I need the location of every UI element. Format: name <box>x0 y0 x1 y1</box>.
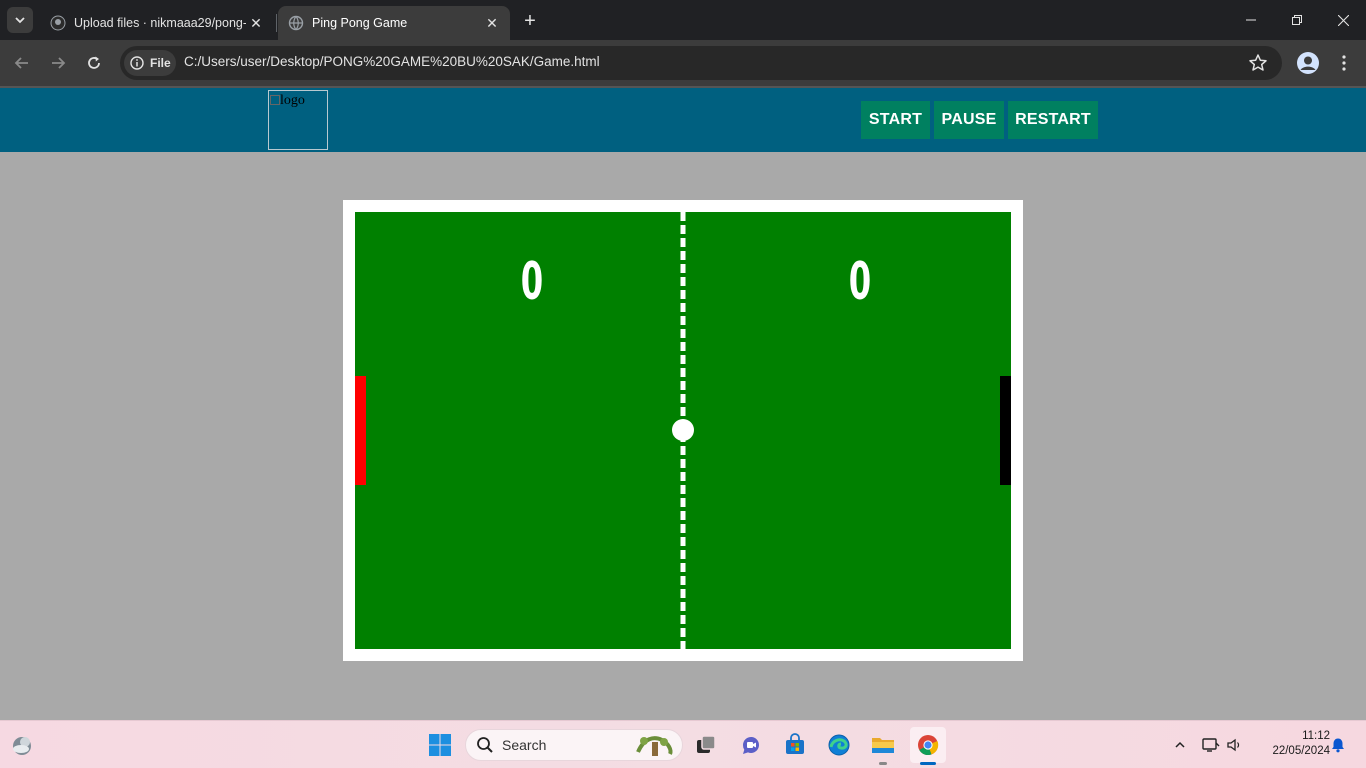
search-highlight-icon <box>636 736 673 756</box>
site-header: logo START PAUSE RESTART <box>0 88 1366 152</box>
back-arrow-icon[interactable] <box>10 51 34 75</box>
tab-title: Ping Pong Game <box>312 16 408 30</box>
browser-toolbar: File C:/Users/user/Desktop/PONG%20GAME%2… <box>0 40 1366 86</box>
globe-icon <box>288 15 304 31</box>
forward-arrow-icon[interactable] <box>46 51 70 75</box>
show-hidden-icons-chevron-up-icon[interactable] <box>1166 729 1194 761</box>
logo-image: logo <box>268 90 328 150</box>
site-chip-label: File <box>150 56 171 70</box>
browser-tab-strip: Upload files · nikmaaa29/pong- ✕ Ping Po… <box>0 0 1366 40</box>
site-info-chip[interactable]: File <box>124 50 176 76</box>
reload-icon[interactable] <box>82 51 106 75</box>
profile-avatar-icon[interactable] <box>1296 51 1320 75</box>
search-icon <box>477 737 493 753</box>
left-score: 0 <box>520 252 544 312</box>
chevron-down-icon <box>15 17 25 24</box>
logo-alt-text: logo <box>280 93 305 108</box>
system-clock[interactable]: 11:12 22/05/2024 <box>1252 729 1330 759</box>
close-tab-icon[interactable]: ✕ <box>246 13 266 33</box>
weather-widget-icon[interactable] <box>6 729 38 761</box>
start-icon[interactable] <box>424 729 456 761</box>
task-view-icon[interactable] <box>690 729 722 761</box>
close-window-icon[interactable] <box>1320 0 1366 40</box>
file-explorer-icon[interactable] <box>867 729 899 761</box>
clock-date: 22/05/2024 <box>1272 745 1330 757</box>
github-icon <box>50 15 66 31</box>
restore-icon[interactable] <box>1274 0 1320 40</box>
right-paddle <box>1000 376 1011 485</box>
tab-separator <box>276 14 277 32</box>
teams-chat-icon[interactable] <box>735 729 767 761</box>
game-board-frame: 0 0 <box>343 200 1023 661</box>
tab-ping-pong-game[interactable]: Ping Pong Game ✕ <box>278 6 510 40</box>
tab-upload-files[interactable]: Upload files · nikmaaa29/pong- ✕ <box>40 6 274 40</box>
pause-button[interactable]: PAUSE <box>934 101 1004 139</box>
chrome-icon[interactable] <box>910 727 946 763</box>
restart-button[interactable]: RESTART <box>1008 101 1098 139</box>
address-bar[interactable]: File C:/Users/user/Desktop/PONG%20GAME%2… <box>120 46 1282 80</box>
volume-icon[interactable] <box>1222 729 1248 761</box>
search-placeholder: Search <box>502 737 547 753</box>
taskbar-search-box[interactable]: Search <box>465 729 683 761</box>
taskbar: Search <box>0 720 1366 768</box>
bookmark-star-icon[interactable] <box>1248 53 1268 73</box>
left-paddle <box>355 376 366 485</box>
new-tab-button[interactable]: + <box>518 10 542 32</box>
start-button[interactable]: START <box>861 101 930 139</box>
info-icon <box>130 56 144 70</box>
game-court[interactable]: 0 0 <box>355 212 1011 649</box>
tab-search-button[interactable] <box>7 7 33 33</box>
tab-title: Upload files · nikmaaa29/pong- <box>74 16 246 30</box>
close-tab-icon[interactable]: ✕ <box>482 13 502 33</box>
more-menu-icon[interactable] <box>1334 51 1354 75</box>
minimize-icon[interactable] <box>1228 0 1274 40</box>
broken-image-icon <box>270 95 280 105</box>
edge-icon[interactable] <box>823 729 855 761</box>
active-app-indicator <box>920 762 936 765</box>
store-icon[interactable] <box>779 729 811 761</box>
right-score: 0 <box>848 252 872 312</box>
clock-time: 11:12 <box>1302 730 1330 742</box>
url-text: C:/Users/user/Desktop/PONG%20GAME%20BU%2… <box>184 54 600 69</box>
running-indicator <box>879 762 887 765</box>
ball <box>672 419 694 441</box>
network-icon[interactable] <box>1198 729 1224 761</box>
